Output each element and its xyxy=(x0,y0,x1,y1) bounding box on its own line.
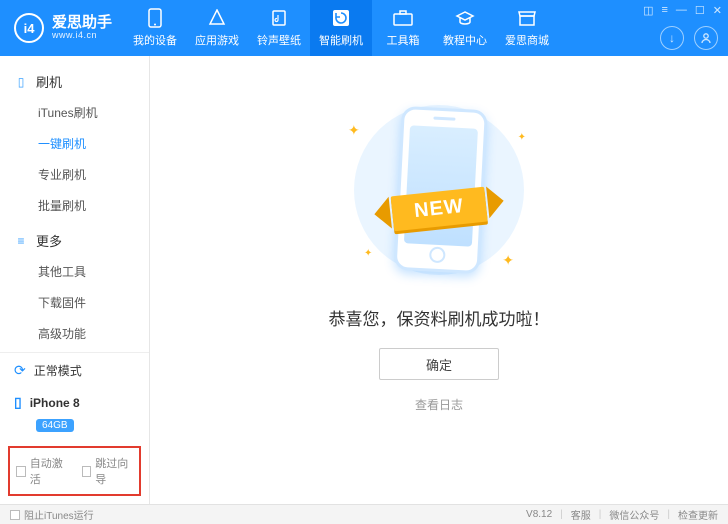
more-icon: ≡ xyxy=(14,234,28,248)
app-name: 爱思助手 xyxy=(52,15,112,32)
phone-icon xyxy=(145,8,165,28)
graduation-icon xyxy=(455,8,475,28)
device-row[interactable]: ▯ iPhone 8 xyxy=(0,388,149,415)
app-header: i4 爱思助手 www.i4.cn 我的设备 应用游戏 铃声壁纸 智能刷机 工具… xyxy=(0,0,728,56)
nav-toolbox[interactable]: 工具箱 xyxy=(372,0,434,56)
checkbox-icon xyxy=(10,510,20,520)
download-button[interactable]: ↓ xyxy=(660,26,684,50)
nav-tutorial[interactable]: 教程中心 xyxy=(434,0,496,56)
sidebar-item-oneclick-flash[interactable]: 一键刷机 xyxy=(0,128,149,159)
highlighted-options: 自动激活 跳过向导 xyxy=(8,446,141,496)
shop-icon xyxy=(517,8,537,28)
sidebar-item-download-firmware[interactable]: 下载固件 xyxy=(0,287,149,318)
sidebar: ▯ 刷机 iTunes刷机 一键刷机 专业刷机 批量刷机 ≡ 更多 其他工具 下… xyxy=(0,56,150,504)
block-itunes-checkbox[interactable]: 阻止iTunes运行 xyxy=(10,507,94,522)
sidebar-item-advanced[interactable]: 高级功能 xyxy=(0,318,149,349)
refresh-icon: ⟳ xyxy=(14,362,26,379)
sidebar-item-pro-flash[interactable]: 专业刷机 xyxy=(0,159,149,190)
wardrobe-icon[interactable]: ◫ xyxy=(643,4,653,17)
confirm-button[interactable]: 确定 xyxy=(379,348,499,380)
refresh-icon xyxy=(331,8,351,28)
checkbox-icon xyxy=(82,466,92,477)
nav-smart-flash[interactable]: 智能刷机 xyxy=(310,0,372,56)
skip-guide-checkbox[interactable]: 跳过向导 xyxy=(82,455,134,487)
wechat-link[interactable]: 微信公众号 xyxy=(609,507,659,522)
top-nav: 我的设备 应用游戏 铃声壁纸 智能刷机 工具箱 教程中心 爱思商城 xyxy=(124,0,558,56)
success-message: 恭喜您，保资料刷机成功啦！ xyxy=(329,305,550,330)
status-bar: 阻止iTunes运行 V8.12 | 客服 | 微信公众号 | 检查更新 xyxy=(0,504,728,524)
check-update-link[interactable]: 检查更新 xyxy=(678,507,718,522)
appstore-icon xyxy=(207,8,227,28)
view-log-link[interactable]: 查看日志 xyxy=(415,396,463,413)
auto-activate-checkbox[interactable]: 自动激活 xyxy=(16,455,68,487)
storage-badge: 64GB xyxy=(36,419,74,432)
nav-ringtone[interactable]: 铃声壁纸 xyxy=(248,0,310,56)
window-controls: ◫ ≡ — ☐ ✕ xyxy=(643,4,722,17)
version-label: V8.12 xyxy=(526,509,552,520)
logo-icon: i4 xyxy=(14,13,44,43)
music-icon xyxy=(269,8,289,28)
sidebar-item-itunes-flash[interactable]: iTunes刷机 xyxy=(0,97,149,128)
checkbox-icon xyxy=(16,466,26,477)
sidebar-group-flash[interactable]: ▯ 刷机 xyxy=(0,62,149,97)
device-mode-row[interactable]: ⟳ 正常模式 xyxy=(0,353,149,388)
app-logo: i4 爱思助手 www.i4.cn xyxy=(0,0,124,56)
app-url: www.i4.cn xyxy=(52,31,112,41)
phone-icon: ▯ xyxy=(14,75,28,89)
sidebar-item-batch-flash[interactable]: 批量刷机 xyxy=(0,190,149,221)
success-illustration: ✦✦✦✦ NEW xyxy=(324,92,554,287)
minimize-icon[interactable]: — xyxy=(676,4,687,17)
account-button[interactable] xyxy=(694,26,718,50)
toolbox-icon xyxy=(393,8,413,28)
close-icon[interactable]: ✕ xyxy=(713,4,722,17)
support-link[interactable]: 客服 xyxy=(571,507,591,522)
sidebar-item-other-tools[interactable]: 其他工具 xyxy=(0,256,149,287)
maximize-icon[interactable]: ☐ xyxy=(695,4,705,17)
phone-icon: ▯ xyxy=(14,394,22,411)
nav-mall[interactable]: 爱思商城 xyxy=(496,0,558,56)
nav-my-devices[interactable]: 我的设备 xyxy=(124,0,186,56)
menu-icon[interactable]: ≡ xyxy=(661,4,667,17)
main-panel: ✦✦✦✦ NEW 恭喜您，保资料刷机成功啦！ 确定 查看日志 xyxy=(150,56,728,504)
nav-apps[interactable]: 应用游戏 xyxy=(186,0,248,56)
sidebar-group-more[interactable]: ≡ 更多 xyxy=(0,221,149,256)
